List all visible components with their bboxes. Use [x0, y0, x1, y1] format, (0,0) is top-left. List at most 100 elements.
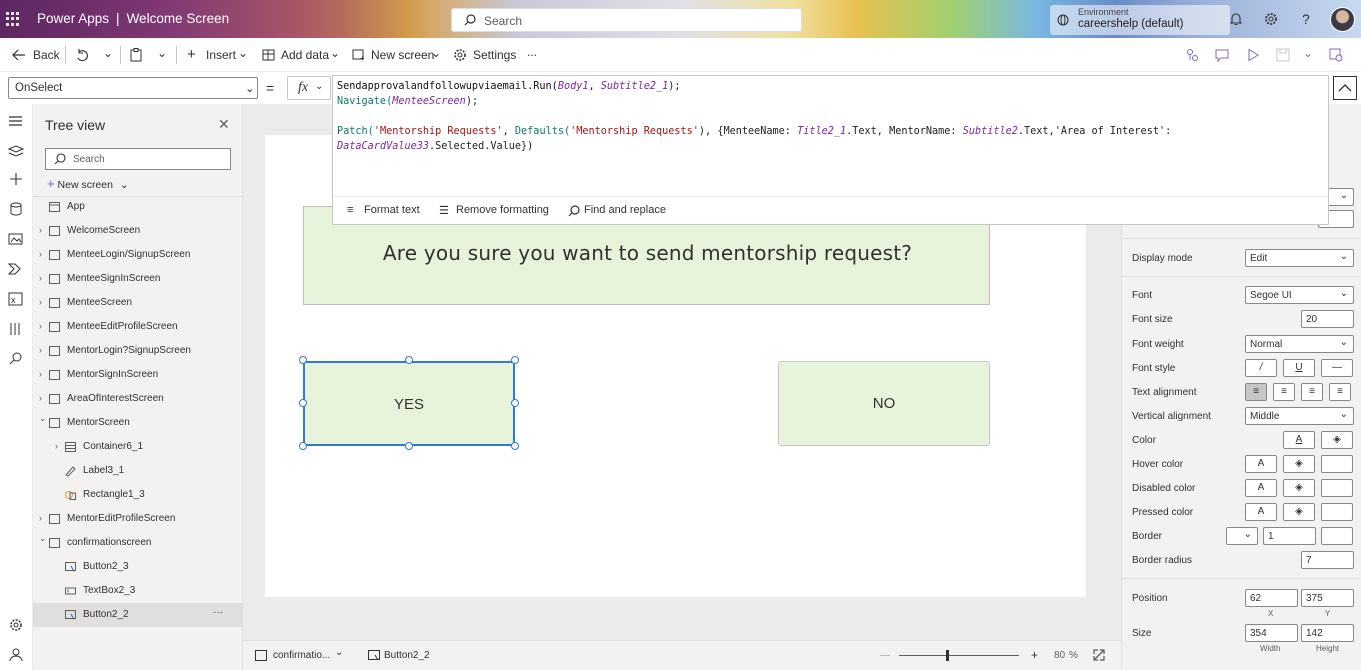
formula-editor[interactable]: Sendapprovalandfollowupviaemail.Run(Body… [332, 75, 1329, 225]
save-icon[interactable] [1276, 48, 1290, 62]
vertical-alignment-dropdown[interactable]: Middle ⌄ [1245, 407, 1354, 425]
property-dropdown[interactable]: OnSelect ⌄ [8, 77, 258, 99]
undo-dropdown-chevron-icon[interactable]: ⌄ [103, 46, 113, 60]
hover-color-text-swatch[interactable]: A [1245, 455, 1277, 473]
chevron-right-icon[interactable]: › [39, 345, 42, 355]
tree-view-layers-icon[interactable] [8, 144, 24, 158]
help-icon[interactable]: ? [1298, 11, 1314, 27]
add-data-chevron-icon[interactable]: ⌄ [330, 46, 340, 60]
zoom-slider-thumb[interactable] [946, 650, 949, 661]
screen-selector-chevron-icon[interactable]: ⌄ [335, 647, 343, 658]
resize-handle[interactable] [511, 356, 519, 364]
app-checker-icon[interactable] [1185, 48, 1199, 62]
hamburger-menu-icon[interactable] [8, 114, 24, 128]
tree-item[interactable]: › MentorEditProfileScreen [33, 507, 243, 531]
back-button[interactable]: Back [33, 48, 60, 62]
data-icon[interactable] [8, 202, 24, 216]
tree-item[interactable]: › MentorSignInScreen [33, 363, 243, 387]
resize-handle[interactable] [511, 399, 519, 407]
chevron-down-icon[interactable]: ⌄ [39, 533, 47, 544]
format-text-button[interactable]: Format text [364, 204, 420, 216]
tree-item[interactable]: Button2_2 ··· [33, 603, 243, 627]
disabled-fill-bucket-icon[interactable]: ◈ [1283, 479, 1315, 497]
border-radius-input[interactable]: 7 [1301, 551, 1354, 569]
zoom-out-icon[interactable]: — [880, 650, 890, 661]
align-center-icon[interactable]: ≡ [1245, 383, 1267, 401]
screen-selector[interactable]: confirmatio... [273, 650, 330, 661]
hover-border-swatch[interactable] [1321, 455, 1353, 473]
settings-rail-icon[interactable] [8, 618, 24, 632]
preview-play-icon[interactable] [1246, 48, 1260, 62]
chevron-right-icon[interactable]: › [39, 249, 42, 259]
tree-item[interactable]: › Container6_1 [33, 435, 243, 459]
chevron-right-icon[interactable]: › [39, 513, 42, 523]
insert-chevron-icon[interactable]: ⌄ [238, 46, 248, 60]
align-justify-icon[interactable]: ≡ [1329, 383, 1351, 401]
hover-fill-bucket-icon[interactable]: ◈ [1283, 455, 1315, 473]
close-icon[interactable]: ✕ [218, 116, 230, 133]
paste-icon[interactable] [130, 48, 142, 62]
notifications-icon[interactable] [1228, 11, 1244, 27]
resize-handle[interactable] [299, 356, 307, 364]
position-x-input[interactable]: 62 [1245, 589, 1298, 607]
tree-new-screen-button[interactable]: + New screen ⌄ [47, 176, 129, 191]
tree-item[interactable]: › MenteeEditProfileScreen [33, 315, 243, 339]
add-data-button[interactable]: Add data [281, 48, 329, 62]
power-automate-icon[interactable] [8, 262, 24, 276]
remove-formatting-button[interactable]: Remove formatting [456, 204, 549, 216]
display-mode-dropdown[interactable]: Edit ⌄ [1245, 249, 1354, 267]
selected-control-breadcrumb[interactable]: Button2_2 [384, 650, 430, 661]
media-icon[interactable] [8, 232, 24, 246]
align-left-icon[interactable]: ≡ [1273, 383, 1295, 401]
resize-handle[interactable] [405, 442, 413, 450]
border-style-dropdown[interactable]: ⌄ [1226, 527, 1258, 545]
global-search[interactable]: Search [451, 8, 802, 32]
find-replace-button[interactable]: Find and replace [584, 204, 666, 216]
chevron-right-icon[interactable]: › [39, 225, 42, 235]
publish-icon[interactable] [1329, 48, 1343, 62]
formula-code[interactable]: Sendapprovalandfollowupviaemail.Run(Body… [337, 79, 1171, 154]
settings-gear-icon[interactable] [1263, 11, 1279, 27]
new-screen-chevron-icon[interactable]: ⌄ [431, 46, 441, 60]
fill-bucket-icon[interactable]: ◈ [1321, 431, 1353, 449]
no-button[interactable]: NO [778, 361, 990, 446]
fx-button[interactable]: fx ⌄ [287, 76, 331, 100]
comments-icon[interactable] [1215, 48, 1229, 62]
color-text-swatch[interactable]: A [1283, 431, 1315, 449]
resize-handle[interactable] [405, 356, 413, 364]
tree-item[interactable]: › WelcomeScreen [33, 219, 243, 243]
chevron-right-icon[interactable]: › [55, 441, 58, 451]
save-chevron-icon[interactable]: ⌄ [1303, 46, 1313, 60]
position-y-input[interactable]: 375 [1301, 589, 1354, 607]
search-rail-icon[interactable] [8, 352, 24, 366]
settings-button[interactable]: Settings [473, 48, 516, 62]
tree-search-input[interactable]: Search [45, 148, 231, 170]
border-color-swatch[interactable] [1321, 527, 1353, 545]
tree-item[interactable]: Label3_1 [33, 459, 243, 483]
zoom-slider[interactable] [899, 655, 1019, 656]
pressed-fill-bucket-icon[interactable]: ◈ [1283, 503, 1315, 521]
strikethrough-button[interactable]: — [1321, 359, 1353, 377]
resize-handle[interactable] [511, 442, 519, 450]
undo-icon[interactable] [75, 48, 89, 62]
account-icon[interactable] [8, 648, 24, 662]
paste-dropdown-chevron-icon[interactable]: ⌄ [157, 46, 167, 60]
pressed-border-swatch[interactable] [1321, 503, 1353, 521]
tree-item[interactable]: › MentorLogin?SignupScreen [33, 339, 243, 363]
insert-plus-icon[interactable] [8, 172, 24, 186]
disabled-border-swatch[interactable] [1321, 479, 1353, 497]
resize-handle[interactable] [299, 442, 307, 450]
variables-icon[interactable]: x [8, 292, 24, 306]
yes-button[interactable]: YES [303, 361, 515, 446]
tree-item[interactable]: App [33, 195, 243, 219]
zoom-in-icon[interactable]: + [1031, 648, 1038, 662]
size-height-input[interactable]: 142 [1301, 624, 1354, 642]
font-weight-dropdown[interactable]: Normal ⌄ [1245, 335, 1354, 353]
chevron-right-icon[interactable]: › [39, 393, 42, 403]
tree-item[interactable]: › MenteeLogin/SignupScreen [33, 243, 243, 267]
chevron-down-icon[interactable]: ⌄ [39, 413, 47, 424]
italic-button[interactable]: / [1245, 359, 1277, 377]
resize-handle[interactable] [299, 399, 307, 407]
environment-picker[interactable]: Environment careershelp (default) [1050, 5, 1230, 35]
more-button[interactable]: ... [527, 45, 537, 59]
